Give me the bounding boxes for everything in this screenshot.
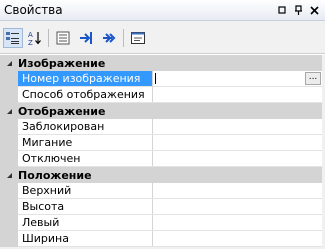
svg-text:Z: Z bbox=[28, 39, 33, 46]
collapse-icon[interactable] bbox=[0, 108, 18, 115]
collapse-icon[interactable] bbox=[0, 172, 18, 179]
properties-icon[interactable] bbox=[53, 28, 73, 48]
autohide-icon[interactable] bbox=[292, 4, 305, 17]
property-value[interactable] bbox=[153, 119, 322, 134]
property-name: Способ отображения bbox=[18, 87, 153, 102]
property-value-input[interactable]: ... bbox=[153, 71, 322, 86]
alphabetical-icon[interactable]: A Z bbox=[25, 28, 45, 48]
property-name: Высота bbox=[18, 199, 153, 214]
property-name: Мигание bbox=[18, 135, 153, 150]
category-label: Изображение bbox=[18, 56, 106, 70]
property-value[interactable] bbox=[153, 135, 322, 150]
ellipsis-button[interactable]: ... bbox=[305, 72, 321, 85]
property-row[interactable]: Мигание bbox=[0, 135, 322, 151]
text-caret bbox=[155, 73, 156, 84]
properties-toolbar: A Z bbox=[0, 21, 325, 54]
category-label: Отображение bbox=[18, 104, 106, 118]
property-name: Ширина bbox=[18, 231, 153, 246]
property-value[interactable] bbox=[153, 231, 322, 246]
property-value[interactable] bbox=[153, 199, 322, 214]
property-value[interactable] bbox=[153, 87, 322, 102]
property-row[interactable]: Ширина bbox=[0, 231, 322, 247]
property-name: Отключен bbox=[18, 151, 153, 166]
property-name: Верхний bbox=[18, 183, 153, 198]
property-pages-icon[interactable] bbox=[128, 28, 148, 48]
property-row[interactable]: Заблокирован bbox=[0, 119, 322, 135]
property-grid: Изображение Номер изображения ... Способ… bbox=[0, 55, 322, 247]
property-row[interactable]: Высота bbox=[0, 199, 322, 215]
property-name: Левый bbox=[18, 215, 153, 230]
panel-title: Свойства bbox=[4, 3, 63, 17]
category-label: Положение bbox=[18, 168, 92, 182]
collapse-icon[interactable] bbox=[0, 60, 18, 67]
category-row[interactable]: Положение bbox=[0, 167, 322, 183]
category-row[interactable]: Отображение bbox=[0, 103, 322, 119]
categorized-icon[interactable] bbox=[3, 28, 23, 48]
category-row[interactable]: Изображение bbox=[0, 55, 322, 71]
events-icon[interactable] bbox=[76, 28, 96, 48]
close-icon[interactable] bbox=[308, 4, 321, 17]
property-row[interactable]: Левый bbox=[0, 215, 322, 231]
property-row[interactable]: Способ отображения bbox=[0, 87, 322, 103]
methods-icon[interactable] bbox=[99, 28, 119, 48]
property-value[interactable] bbox=[153, 183, 322, 198]
panel-titlebar: Свойства bbox=[0, 0, 325, 21]
property-row[interactable]: Номер изображения ... bbox=[0, 71, 322, 87]
svg-text:A: A bbox=[28, 31, 33, 39]
property-row[interactable]: Верхний bbox=[0, 183, 322, 199]
property-value[interactable] bbox=[153, 151, 322, 166]
property-row[interactable]: Отключен bbox=[0, 151, 322, 167]
property-name: Заблокирован bbox=[18, 119, 153, 134]
property-value[interactable] bbox=[153, 215, 322, 230]
pin-icon[interactable] bbox=[276, 4, 289, 17]
property-name: Номер изображения bbox=[18, 71, 153, 86]
